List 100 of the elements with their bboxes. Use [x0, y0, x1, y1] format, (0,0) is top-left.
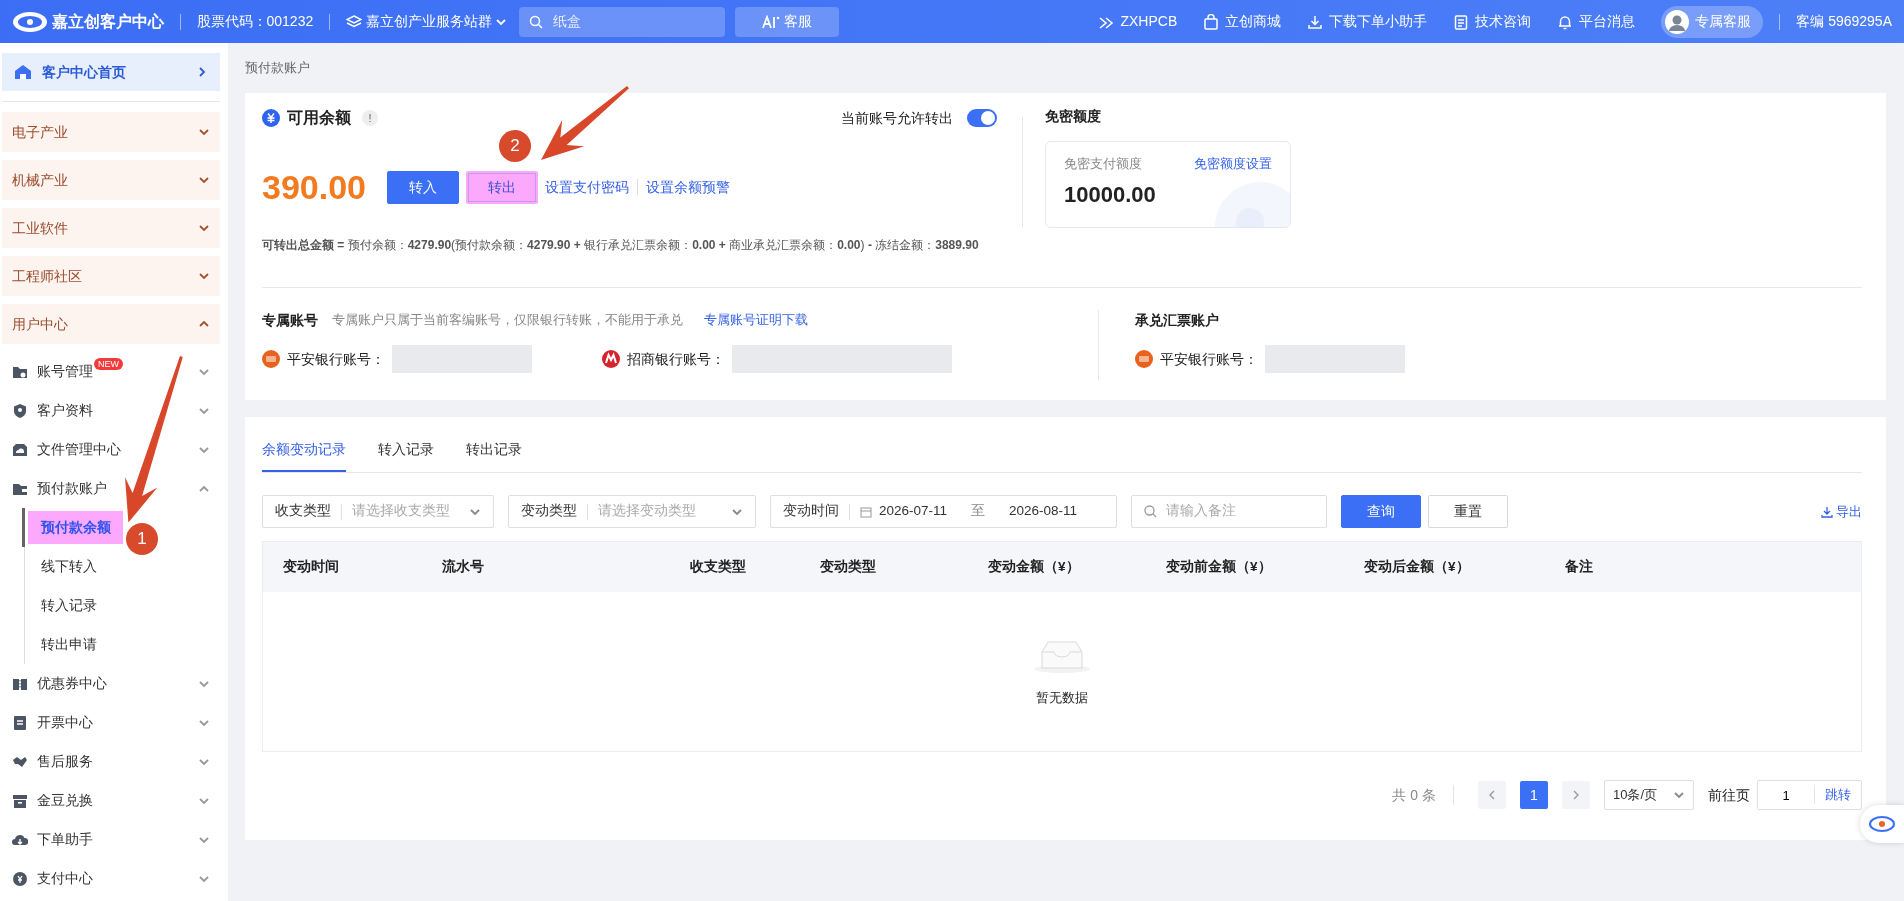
- account-note: 专属账户只属于当前客编账号，仅限银行转账，不能用于承兑: [332, 312, 683, 330]
- menu-item[interactable]: 支付中心: [0, 859, 228, 898]
- chevron-right-icon: [1572, 790, 1580, 800]
- settings-link[interactable]: 设置支付密码: [545, 176, 629, 198]
- customer-id: 客编 5969295A: [1796, 12, 1892, 31]
- assistant-button[interactable]: [1860, 805, 1904, 843]
- page-button[interactable]: 1: [1520, 781, 1548, 809]
- quota-label: 免密支付额度: [1064, 155, 1142, 173]
- section-title: 专属账号: [262, 311, 318, 330]
- bank-logo-icon: [1135, 350, 1153, 368]
- menu-item[interactable]: 售后服务: [0, 742, 228, 781]
- column-header: 备注: [1564, 557, 1594, 576]
- category-menu-item[interactable]: 机械产业: [2, 160, 220, 200]
- nav-link[interactable]: 平台消息: [1557, 11, 1636, 32]
- settings-link[interactable]: 设置余额预警: [646, 176, 730, 198]
- transfer-button[interactable]: 转出: [466, 170, 538, 204]
- toggle-switch[interactable]: [967, 109, 997, 127]
- avatar-icon: [1665, 9, 1690, 34]
- nav-link[interactable]: 下载下单小助手: [1307, 11, 1428, 32]
- menu-item[interactable]: 客户资料: [0, 391, 228, 430]
- download-icon: [1820, 505, 1833, 518]
- submenu-item[interactable]: 线下转入: [28, 550, 109, 583]
- submenu-item[interactable]: 预付款余额: [28, 511, 123, 544]
- home-icon: [14, 64, 32, 80]
- bank-account-label: 招商银行账号：: [627, 349, 725, 369]
- formula-text: 可转出总金额 = 预付余额：4279.90(预付款余额：4279.90 + 银行承兑汇票余额：0.00 + 商业承兑汇票余额：0.00) - 冻结金额：3889.90: [262, 237, 980, 254]
- certificate-link[interactable]: 专属账号证明下载: [704, 311, 808, 330]
- column-header: 流水号: [441, 557, 485, 576]
- total-count: 共 0 条: [1392, 785, 1436, 805]
- section-title: 承兑汇票账户: [1135, 311, 1220, 330]
- coin-icon: [12, 870, 28, 887]
- home-menu-item[interactable]: 客户中心首页: [2, 53, 220, 91]
- empty-inbox-icon: [1032, 638, 1092, 674]
- select-field[interactable]: 收支类型 请选择收支类型: [262, 495, 494, 528]
- site-group-menu[interactable]: 嘉立创产业服务站群: [365, 11, 492, 32]
- column-header: 变动后金额（¥）: [1363, 557, 1471, 576]
- menu-item[interactable]: 开票中心: [0, 703, 228, 742]
- section-title: 免密额度: [1045, 107, 1102, 126]
- menu-item[interactable]: 下单助手: [0, 820, 228, 859]
- download-icon: [1307, 13, 1324, 30]
- menu-item[interactable]: 金豆兑换: [0, 781, 228, 820]
- balance-amount: 390.00: [262, 170, 366, 204]
- quota-settings-link[interactable]: 免密额度设置: [1194, 154, 1272, 174]
- empty-message: 暂无数据: [1036, 689, 1088, 707]
- tab[interactable]: 余额变动记录: [262, 429, 346, 472]
- layers-icon: [346, 13, 363, 30]
- search-field[interactable]: 纸盒: [519, 6, 726, 37]
- shield-icon: [12, 402, 28, 419]
- search-input[interactable]: 纸盒: [551, 10, 712, 33]
- reset-button[interactable]: 重置: [1428, 495, 1508, 528]
- category-menu-item[interactable]: 用户中心: [2, 304, 220, 344]
- archive-icon: [12, 792, 28, 809]
- stock-code: 股票代码：001232: [196, 12, 314, 31]
- document-icon: [12, 714, 28, 731]
- page-size-select[interactable]: 10条/页: [1604, 780, 1694, 810]
- drive-icon: [12, 441, 28, 458]
- bell-icon: [1557, 13, 1574, 30]
- column-header: 变动时间: [282, 557, 340, 576]
- submenu-item[interactable]: 转入记录: [28, 589, 109, 622]
- shopping-bag-icon: [1203, 13, 1220, 30]
- date-range-field[interactable]: 变动时间 2026-07-11 至 2026-08-11: [770, 495, 1117, 528]
- chevron-left-icon: [1488, 790, 1496, 800]
- bank-account-label: 平安银行账号：: [287, 349, 385, 369]
- yuan-icon: [262, 109, 280, 127]
- balance-title: 可用余额: [287, 108, 351, 128]
- caret-icon: [1673, 789, 1685, 801]
- page-jump-field[interactable]: 1 跳转: [1757, 780, 1862, 810]
- transfer-button[interactable]: 转入: [387, 170, 459, 204]
- hint-icon: !: [362, 110, 378, 126]
- category-menu-item[interactable]: 工程师社区: [2, 256, 220, 296]
- bank-account-label: 平安银行账号：: [1160, 349, 1258, 369]
- calendar-icon: [860, 505, 872, 518]
- column-header: 变动金额（¥）: [987, 557, 1081, 576]
- bank-logo-icon: [262, 350, 280, 368]
- category-menu-item[interactable]: 工业软件: [2, 208, 220, 248]
- search-button[interactable]: 查询: [1341, 495, 1421, 528]
- nav-link[interactable]: 技术咨询: [1453, 11, 1532, 32]
- brand-name: 嘉立创客户中心: [51, 11, 164, 32]
- toggle-label: 当前账号允许转出: [841, 108, 953, 128]
- ai-icon: [762, 14, 781, 29]
- document-icon: [1453, 13, 1470, 30]
- export-link[interactable]: 导出: [1820, 501, 1862, 522]
- column-header: 变动前金额（¥）: [1165, 557, 1273, 576]
- go-link[interactable]: 跳转: [1815, 785, 1861, 805]
- select-field[interactable]: 变动类型 请选择变动类型: [508, 495, 756, 528]
- column-header: 变动类型: [819, 557, 877, 576]
- breadcrumb: 预付款账户: [245, 59, 310, 78]
- chevron-icon: [196, 66, 208, 78]
- search-icon: [1144, 505, 1157, 518]
- remark-field[interactable]: 请输入备注: [1131, 495, 1327, 528]
- category-menu-item[interactable]: 电子产业: [2, 112, 220, 152]
- menu-item[interactable]: 预付款账户: [0, 469, 228, 508]
- nav-link[interactable]: 立创商城: [1203, 11, 1282, 32]
- menu-item[interactable]: 优惠券中心: [0, 664, 228, 703]
- column-header: 收支类型: [689, 557, 747, 576]
- tab[interactable]: 转入记录: [378, 429, 434, 472]
- tab[interactable]: 转出记录: [466, 429, 522, 472]
- nav-link[interactable]: ZXHPCB: [1098, 11, 1178, 32]
- submenu-item[interactable]: 转出申请: [28, 628, 109, 661]
- bank-logo-icon: [602, 350, 620, 368]
